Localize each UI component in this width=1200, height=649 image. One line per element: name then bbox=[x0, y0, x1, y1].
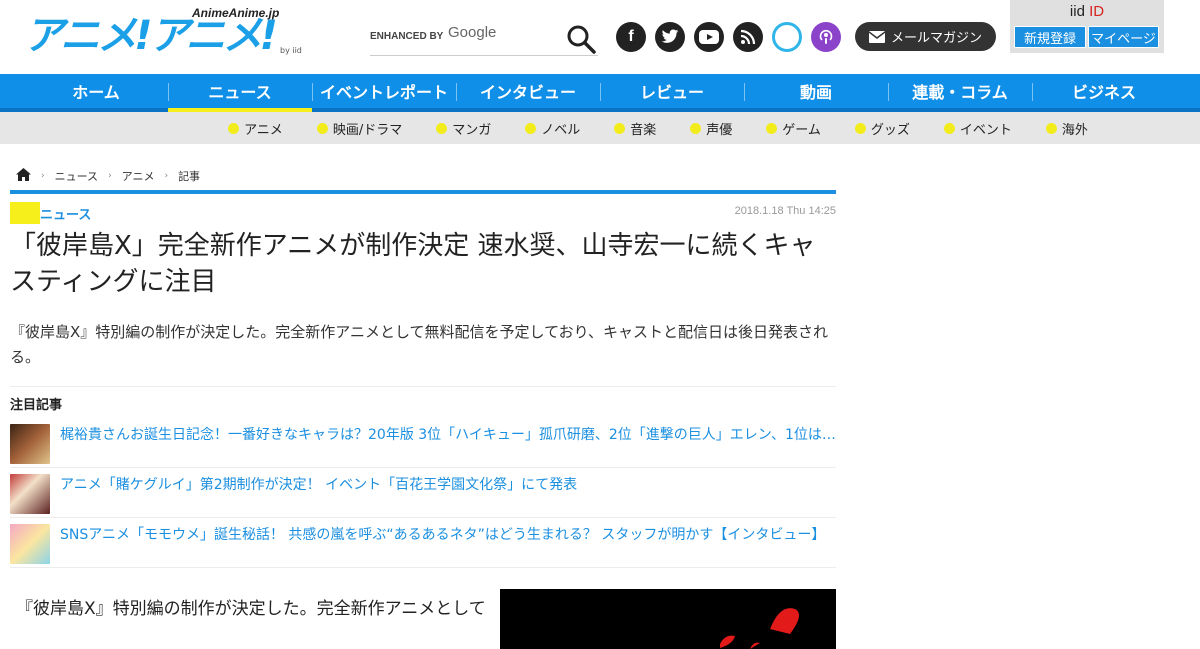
bullet-dot-icon bbox=[1045, 122, 1057, 134]
iid-title: iid ID bbox=[1069, 3, 1105, 20]
article-divider bbox=[10, 190, 836, 194]
main-nav: ホーム ニュース イベントレポート インタビュー レビュー 動画 連載・コラム … bbox=[0, 74, 1200, 112]
youtube-icon[interactable] bbox=[694, 22, 724, 52]
subnav-item-movie-drama[interactable]: 映画/ドラマ bbox=[316, 112, 402, 144]
bullet-dot-icon bbox=[525, 122, 537, 134]
rss-icon[interactable] bbox=[733, 22, 763, 52]
bullet-dot-icon bbox=[766, 122, 778, 134]
article-title: 「彼岸島X」完全新作アニメが制作決定 速水奨、山寺宏一に続くキャスティングに注目 bbox=[10, 231, 816, 297]
list-item[interactable]: SNSアニメ「モモウメ」誕生秘話！ 共感の嵐を呼ぶ“あるあるネタ”はどう生まれる… bbox=[10, 518, 836, 568]
thumbnail-image bbox=[10, 474, 50, 514]
subnav-item-voice-actor[interactable]: 声優 bbox=[690, 112, 732, 144]
breadcrumb-separator: › bbox=[41, 171, 45, 181]
site-logo[interactable]: AnimeAnime.jp アニメ!アニメ! by iid bbox=[24, 6, 304, 62]
facebook-icon[interactable]: f bbox=[616, 22, 646, 52]
nav-item-event-report[interactable]: イベントレポート bbox=[312, 74, 456, 108]
logo-iid: by iid bbox=[280, 46, 302, 55]
search-icon bbox=[567, 25, 596, 54]
bullet-dot-icon bbox=[690, 122, 702, 134]
nav-item-home[interactable]: ホーム bbox=[24, 74, 168, 108]
bullet-dot-icon bbox=[854, 122, 866, 134]
bullet-dot-icon bbox=[943, 122, 955, 134]
bullet-dot-icon bbox=[316, 122, 328, 134]
nav-item-video[interactable]: 動画 bbox=[744, 74, 888, 108]
subnav-item-anime[interactable]: アニメ bbox=[228, 112, 283, 144]
category-badge[interactable]: ニュース bbox=[10, 202, 91, 224]
breadcrumb-separator: › bbox=[164, 171, 169, 181]
register-button[interactable]: 新規登録 bbox=[1014, 26, 1086, 48]
nav-item-news[interactable]: ニュース bbox=[168, 74, 312, 112]
search-google-label: Google bbox=[448, 24, 497, 41]
mail-magazine-label: メールマガジン bbox=[890, 31, 982, 46]
breadcrumb-news[interactable]: ニュース bbox=[55, 168, 98, 184]
breadcrumb-current: 記事 bbox=[178, 170, 201, 183]
featured-link: 梶裕貴さんお誕生日記念！一番好きなキャラは？20年版 3位「ハイキュー」孤爪研磨… bbox=[60, 427, 836, 443]
subnav-item-event[interactable]: イベント bbox=[943, 112, 1012, 144]
mail-magazine-button[interactable]: メールマガジン bbox=[855, 22, 996, 51]
bullet-dot-icon bbox=[228, 122, 240, 134]
list-item[interactable]: アニメ「賭ケグルイ」第2期制作が決定！ イベント「百花王学園文化祭」にて発表 bbox=[10, 468, 836, 518]
search-box: Google bbox=[370, 22, 598, 56]
home-icon[interactable] bbox=[16, 168, 31, 184]
subnav-item-music[interactable]: 音楽 bbox=[614, 112, 656, 144]
site-header: AnimeAnime.jp アニメ!アニメ! by iid Google f bbox=[0, 0, 1200, 74]
thumbnail-image bbox=[10, 524, 50, 564]
subnav-item-novel[interactable]: ノベル bbox=[525, 112, 580, 144]
breadcrumb: › ニュース › アニメ › 記事 bbox=[16, 168, 200, 184]
featured-list: 梶裕貴さんお誕生日記念！一番好きなキャラは？20年版 3位「ハイキュー」孤爪研磨… bbox=[10, 418, 836, 568]
subnav-item-overseas[interactable]: 海外 bbox=[1045, 112, 1088, 144]
mail-icon bbox=[868, 30, 885, 43]
featured-heading: 注目記事 bbox=[10, 398, 63, 413]
search-button[interactable] bbox=[566, 24, 596, 54]
bullet-dot-icon bbox=[436, 122, 448, 134]
article-image bbox=[500, 589, 836, 649]
subnav-item-game[interactable]: ゲーム bbox=[766, 112, 821, 144]
logo-wordmark: アニメ!アニメ! bbox=[24, 13, 278, 59]
twitter-icon[interactable] bbox=[655, 22, 685, 52]
breadcrumb-separator: › bbox=[108, 171, 112, 181]
alexa-icon[interactable] bbox=[772, 22, 802, 52]
list-item[interactable]: 梶裕貴さんお誕生日記念！一番好きなキャラは？20年版 3位「ハイキュー」孤爪研磨… bbox=[10, 418, 836, 468]
subnav-item-manga[interactable]: マンガ bbox=[436, 112, 491, 144]
nav-item-review[interactable]: レビュー bbox=[600, 74, 744, 108]
featured-link: アニメ「賭ケグルイ」第2期制作が決定！ イベント「百花王学園文化祭」にて発表 bbox=[60, 477, 578, 493]
article-date: 2018.1.18 Thu 14:25 bbox=[734, 205, 836, 217]
sub-nav: アニメ 映画/ドラマ マンガ ノベル 音楽 声優 ゲーム グッズ イベント 海外 bbox=[0, 112, 1200, 144]
social-links: f bbox=[616, 22, 841, 52]
thumbnail-image bbox=[10, 424, 50, 464]
nav-item-business[interactable]: ビジネス bbox=[1032, 74, 1176, 108]
divider bbox=[10, 386, 836, 387]
subnav-item-goods[interactable]: グッズ bbox=[854, 112, 910, 144]
podcast-icon[interactable] bbox=[811, 22, 841, 52]
nav-item-column[interactable]: 連載・コラム bbox=[888, 74, 1032, 108]
mypage-button[interactable]: マイページ bbox=[1088, 26, 1159, 48]
sub-nav-list: アニメ 映画/ドラマ マンガ ノベル 音楽 声優 ゲーム グッズ イベント 海外 bbox=[228, 112, 1102, 144]
bullet-dot-icon bbox=[614, 122, 626, 134]
main-nav-list: ホーム ニュース イベントレポート インタビュー レビュー 動画 連載・コラム … bbox=[24, 74, 1176, 112]
article-lead: 『彼岸島X』特別編の制作が決定した。完全新作アニメとして無料配信を予定しており、… bbox=[10, 323, 829, 366]
nav-item-interview[interactable]: インタビュー bbox=[456, 74, 600, 108]
breadcrumb-anime[interactable]: アニメ bbox=[122, 168, 155, 184]
iid-account-box: iid ID 新規登録 マイページ bbox=[1010, 0, 1164, 53]
featured-link: SNSアニメ「モモウメ」誕生秘話！ 共感の嵐を呼ぶ“あるあるネタ”はどう生まれる… bbox=[60, 527, 826, 543]
article-body: 『彼岸島X』特別編の制作が決定した。完全新作アニメとして bbox=[16, 599, 486, 619]
